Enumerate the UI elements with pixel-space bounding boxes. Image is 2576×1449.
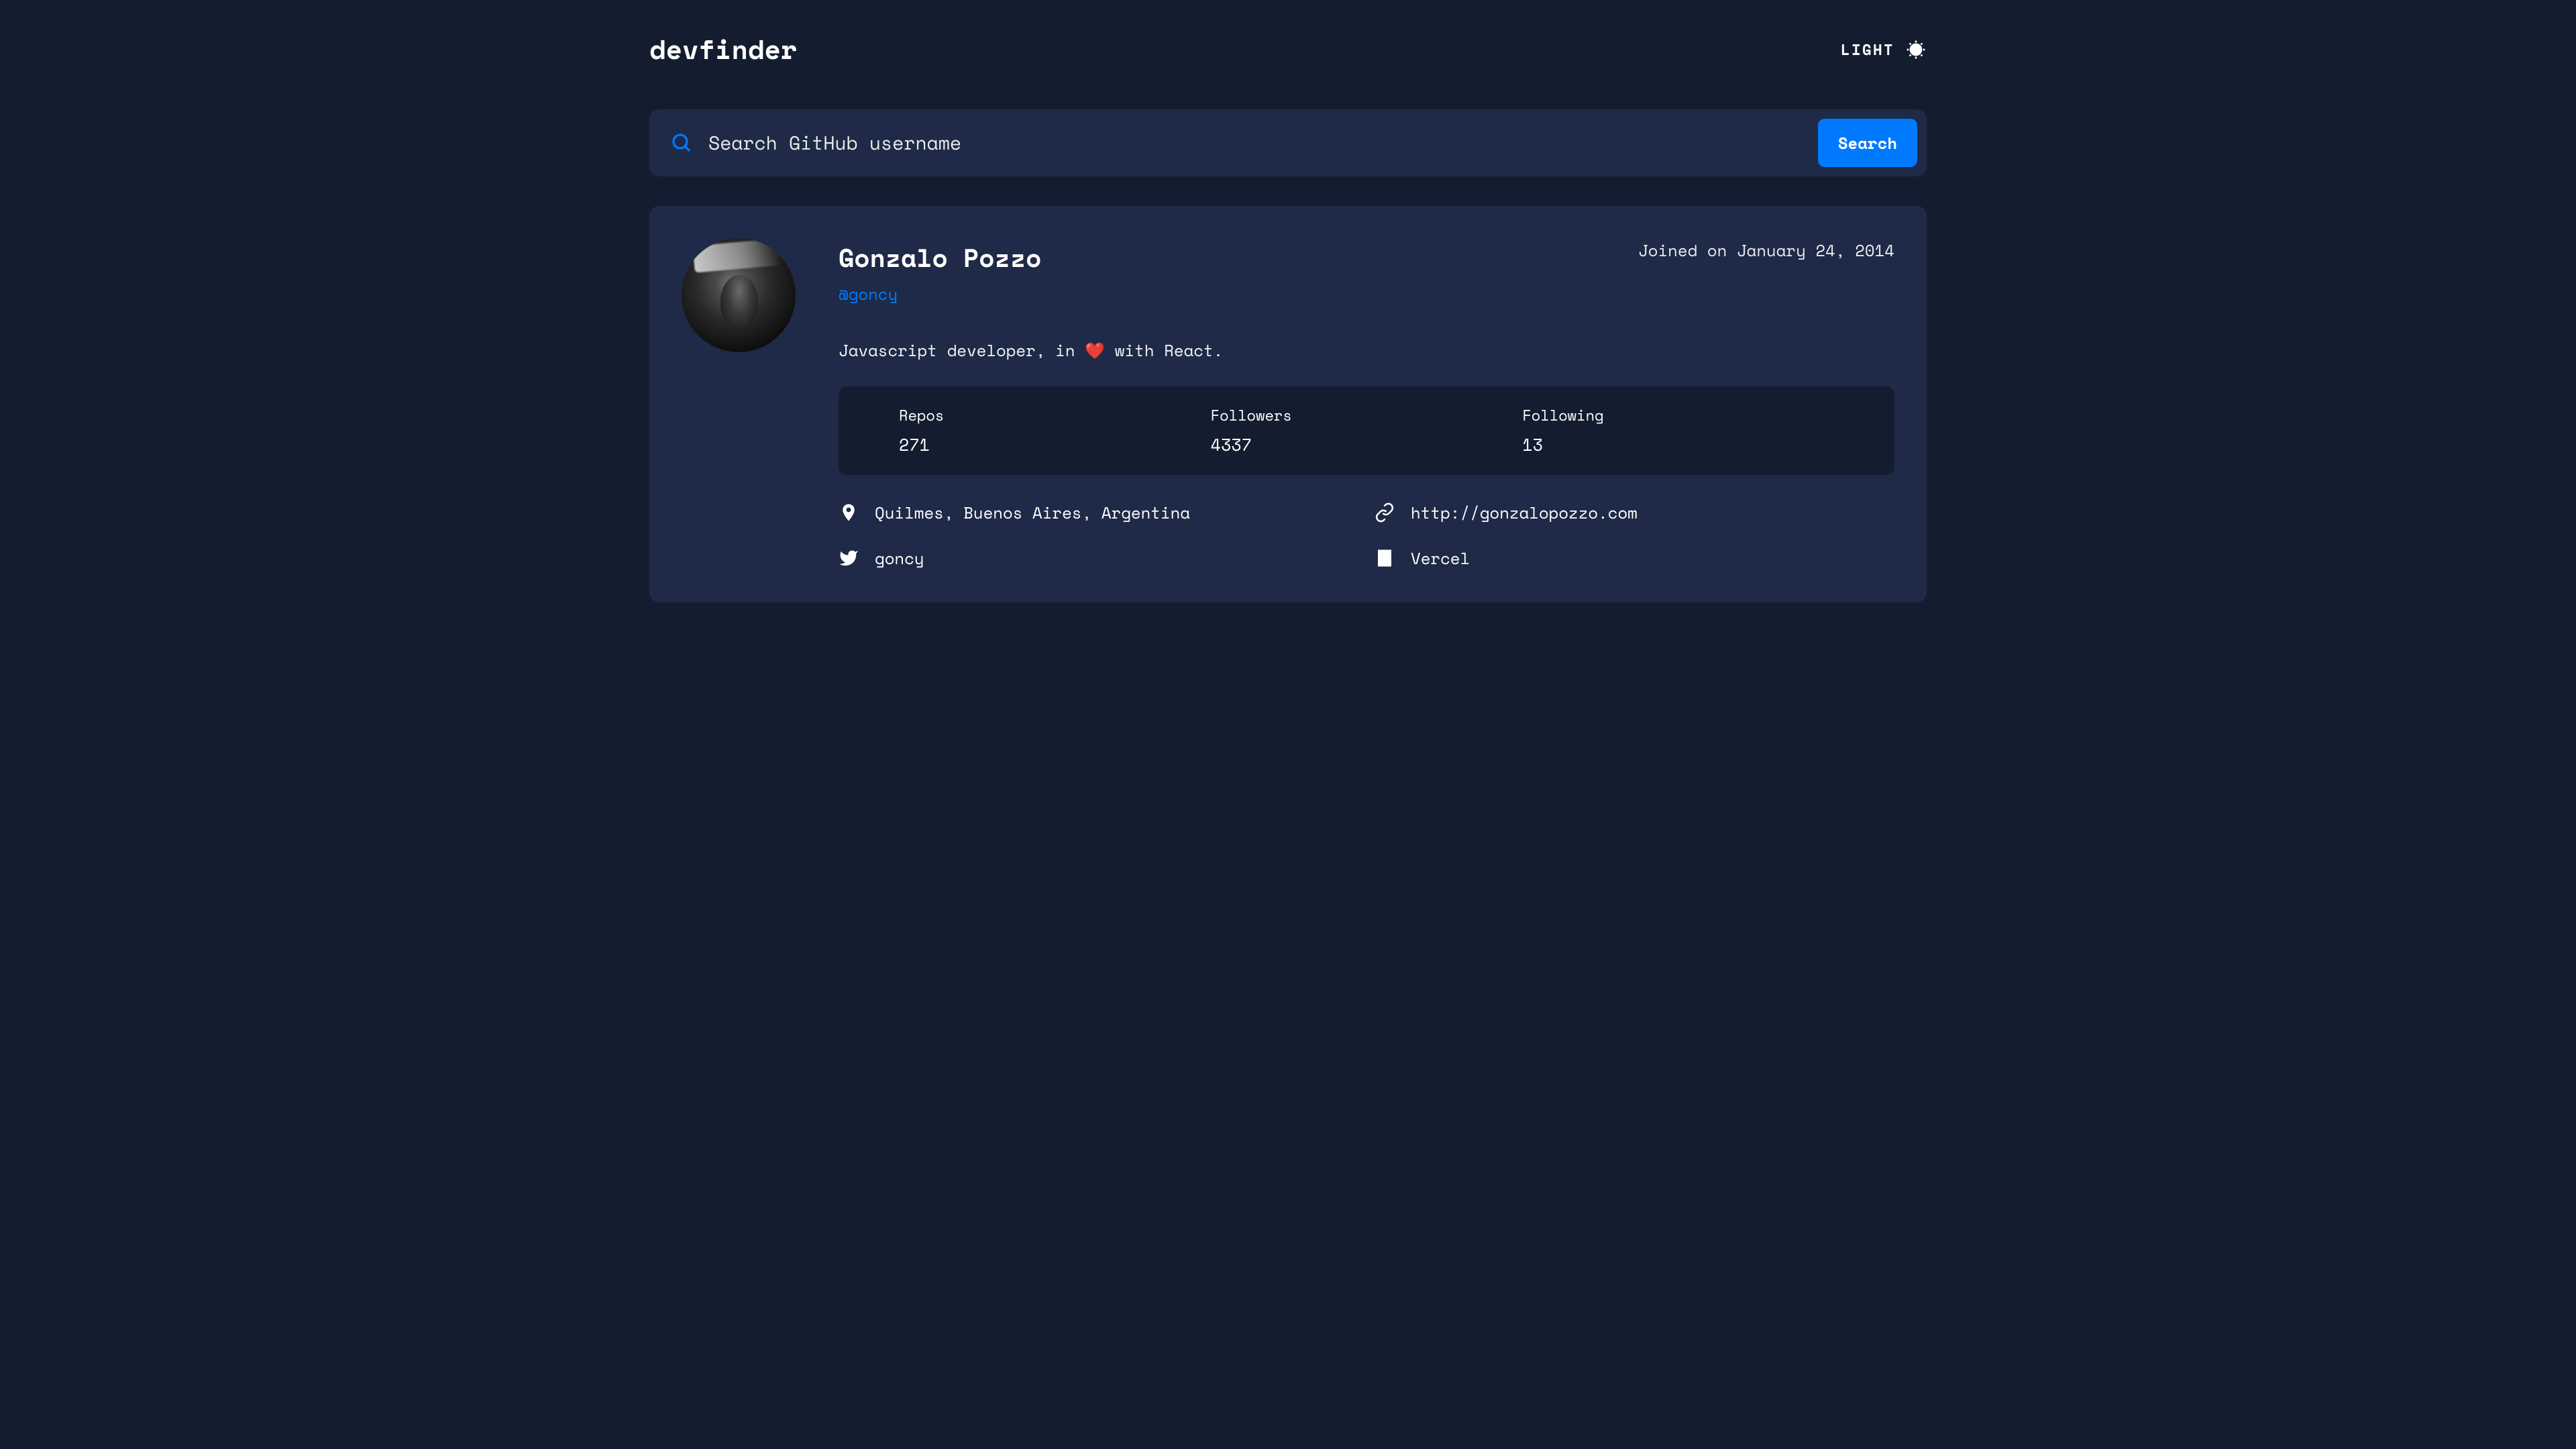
website-link[interactable]: http://gonzalopozzo.com: [1411, 500, 1638, 525]
location-text: Quilmes, Buenos Aires, Argentina: [875, 500, 1190, 525]
app-logo: devfinder: [649, 30, 797, 69]
profile-joined-date: Joined on January 24, 2014: [1638, 238, 1894, 262]
search-bar: Search: [649, 109, 1927, 176]
stat-followers: Followers 4337: [1211, 404, 1523, 458]
company-link[interactable]: Vercel: [1411, 546, 1470, 570]
profile-header: Gonzalo Pozzo @goncy Joined on January 2…: [839, 238, 1894, 306]
profile-bio: Javascript developer, in ❤️ with React.: [839, 338, 1894, 362]
twitter-item: goncy: [839, 546, 1358, 570]
twitter-link[interactable]: goncy: [875, 546, 924, 570]
theme-toggle-button[interactable]: LIGHT: [1841, 38, 1927, 60]
profile-name: Gonzalo Pozzo: [839, 238, 1041, 276]
location-item: Quilmes, Buenos Aires, Argentina: [839, 500, 1358, 525]
twitter-icon: [839, 548, 859, 568]
stats-panel: Repos 271 Followers 4337 Following 13: [839, 386, 1894, 475]
search-input[interactable]: [708, 129, 1802, 157]
avatar: [682, 238, 796, 352]
app-header: devfinder LIGHT: [649, 13, 1927, 85]
profile-card: Gonzalo Pozzo @goncy Joined on January 2…: [649, 206, 1927, 602]
profile-main: Gonzalo Pozzo @goncy Joined on January 2…: [839, 238, 1894, 570]
stat-repos: Repos 271: [899, 404, 1211, 458]
search-button[interactable]: Search: [1818, 119, 1917, 167]
stat-followers-value: 4337: [1211, 433, 1523, 458]
stat-repos-value: 271: [899, 433, 1211, 458]
profile-links: Quilmes, Buenos Aires, Argentina http://…: [839, 500, 1894, 570]
company-item: Vercel: [1375, 546, 1894, 570]
stat-following: Following 13: [1522, 404, 1834, 458]
sun-icon: [1905, 39, 1927, 60]
stat-following-label: Following: [1522, 404, 1834, 426]
building-icon: [1375, 548, 1395, 568]
profile-username-link[interactable]: @goncy: [839, 282, 898, 306]
stat-followers-label: Followers: [1211, 404, 1523, 426]
theme-toggle-label: LIGHT: [1841, 38, 1894, 60]
stat-following-value: 13: [1522, 433, 1834, 458]
link-icon: [1375, 502, 1395, 523]
website-item: http://gonzalopozzo.com: [1375, 500, 1894, 525]
stat-repos-label: Repos: [899, 404, 1211, 426]
location-pin-icon: [839, 502, 859, 523]
search-icon: [671, 132, 692, 154]
